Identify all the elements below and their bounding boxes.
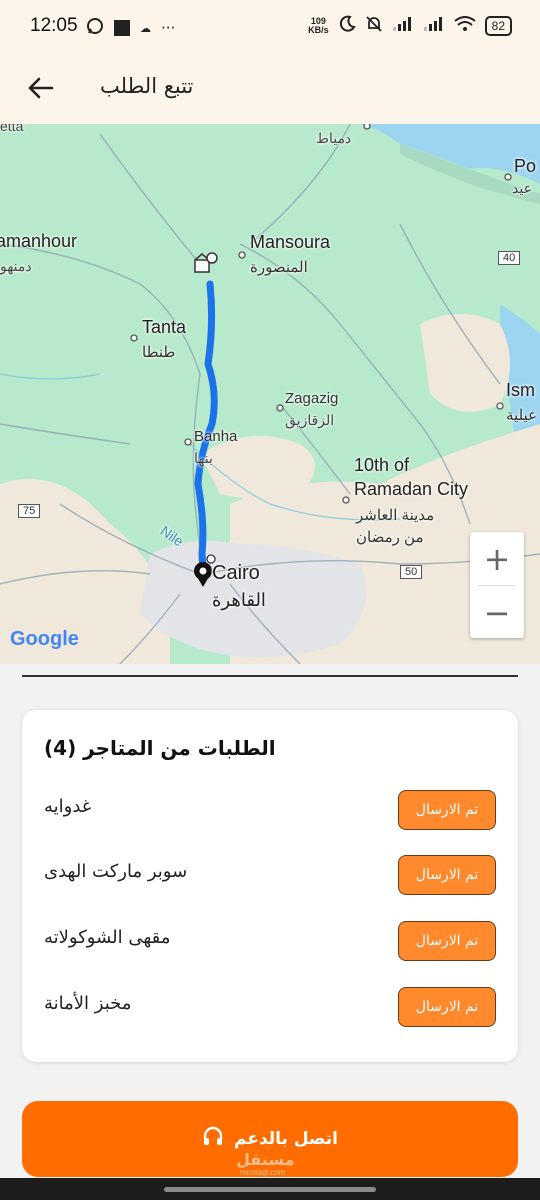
home-gesture-handle[interactable]: [164, 1187, 376, 1192]
map-label-top-left: etta: [0, 124, 24, 134]
status-bar: 12:05 ☁ ··· 109 KB/s 82: [0, 0, 540, 56]
map-label-tenth-ramadan-ar-2: من رمضان: [356, 529, 424, 546]
orders-title: الطلبات من المتاجر (4): [44, 736, 276, 760]
map-label-damanhour: amanhour: [0, 231, 78, 251]
orders-card: الطلبات من المتاجر (4) غدوايه تم الارسال…: [22, 710, 518, 1062]
map-label-tanta: Tanta: [142, 317, 187, 337]
more-notifications-icon: ···: [161, 19, 176, 37]
map-label-banha-ar: بنها: [194, 450, 213, 466]
order-row: غدوايه تم الارسال: [22, 790, 518, 830]
signal-icon-1: [392, 16, 414, 36]
map-label-zagazig: Zagazig: [285, 390, 339, 407]
zoom-out-button[interactable]: −: [470, 586, 524, 639]
map-label-cairo-ar: القاهرة: [212, 590, 266, 610]
map-label-cairo: Cairo: [212, 562, 260, 584]
order-row: مخبز الأمانة تم الارسال: [22, 987, 518, 1027]
status-badge[interactable]: تم الارسال: [398, 987, 496, 1027]
system-icons: 109 KB/s 82: [308, 15, 512, 37]
app-bar: تتبع الطلب: [0, 56, 540, 124]
battery-indicator: 82: [484, 16, 512, 36]
arrow-left-icon: [28, 77, 54, 99]
app-notification-icon: [114, 20, 130, 36]
map-label-tenth-ramadan-2: Ramadan City: [354, 479, 469, 499]
google-logo: Google: [10, 628, 79, 651]
status-badge[interactable]: تم الارسال: [398, 790, 496, 830]
order-row: مقهى الشوكولاته تم الارسال: [22, 921, 518, 961]
page-title: تتبع الطلب: [100, 74, 194, 98]
signal-icon-2: [423, 16, 445, 36]
map-label-banha: Banha: [194, 428, 238, 445]
map-label-port-said-ar: عيد: [512, 180, 532, 196]
back-button[interactable]: [22, 70, 58, 106]
store-name: مقهى الشوكولاته: [44, 927, 171, 948]
map-label-damietta: دمياط: [316, 130, 352, 146]
road-shield-75: 75: [18, 504, 41, 518]
network-speed: 109 KB/s: [308, 17, 329, 35]
store-name: سوبر ماركت الهدى: [44, 861, 188, 882]
system-nav-bar: [0, 1178, 540, 1200]
network-speed-unit: KB/s: [308, 25, 329, 35]
map-label-tanta-ar: طنطا: [142, 344, 176, 361]
map-label-mansoura-ar: المنصورة: [250, 259, 308, 276]
section-divider: [22, 675, 518, 677]
status-badge[interactable]: تم الارسال: [398, 921, 496, 961]
watermark-url: mostaql.com: [240, 1168, 286, 1177]
map-label-mansoura: Mansoura: [250, 232, 331, 252]
status-badge[interactable]: تم الارسال: [398, 855, 496, 895]
tracking-map[interactable]: etta دمياط Po عيد amanhour دمنهو Mansour…: [0, 124, 540, 664]
order-row: سوبر ماركت الهدى تم الارسال: [22, 855, 518, 895]
headset-icon: [202, 1126, 224, 1152]
map-label-ismailia-ar: عيلية: [506, 407, 538, 424]
store-name: مخبز الأمانة: [44, 993, 132, 1014]
weather-icon: ☁: [140, 21, 151, 35]
contact-support-label: اتصل بالدعم: [234, 1129, 338, 1149]
map-canvas: [0, 124, 540, 664]
map-label-tenth-ramadan-1: 10th of: [354, 455, 410, 475]
map-label-ismailia: Ism: [506, 380, 535, 400]
map-label-damanhour-ar: دمنهو: [0, 258, 32, 274]
road-shield-40: 40: [498, 251, 521, 265]
zoom-controls: + −: [470, 532, 524, 638]
map-label-port-said: Po: [514, 156, 537, 176]
store-name: غدوايه: [44, 796, 92, 817]
do-not-disturb-icon: [338, 15, 356, 37]
road-shield-50: 50: [400, 565, 423, 579]
notification-icons: ☁ ···: [86, 17, 175, 39]
map-label-zagazig-ar: الزقازيق: [285, 412, 335, 428]
whatsapp-icon: [86, 17, 104, 39]
watermark: مستقل: [236, 1150, 295, 1169]
map-label-tenth-ramadan-ar-1: مدينة العاشر: [356, 507, 435, 524]
wifi-icon: [454, 16, 476, 36]
muted-bell-icon: [365, 15, 383, 37]
zoom-in-button[interactable]: +: [470, 532, 524, 585]
google-logo-text: Google: [10, 628, 79, 650]
status-time: 12:05: [30, 15, 78, 36]
